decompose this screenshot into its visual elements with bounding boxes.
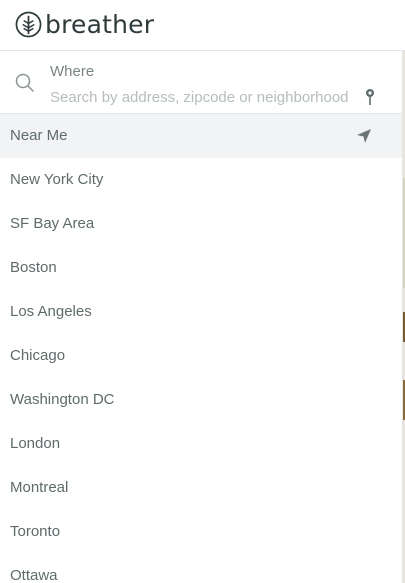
tree-logo-icon xyxy=(15,11,42,37)
city-item[interactable]: London xyxy=(0,422,402,466)
location-pin-icon[interactable] xyxy=(364,88,376,106)
city-list: Near Me New York City SF Bay Area Boston… xyxy=(0,114,402,583)
city-item[interactable]: Ottawa xyxy=(0,554,402,583)
city-label: Washington DC xyxy=(10,391,115,408)
page: breather Where Near Me New Yo xyxy=(0,0,405,583)
city-label: Ottawa xyxy=(10,567,58,583)
city-item[interactable]: SF Bay Area xyxy=(0,202,402,246)
city-label: SF Bay Area xyxy=(10,215,95,232)
city-item[interactable]: Toronto xyxy=(0,510,402,554)
city-label: Chicago xyxy=(10,347,66,364)
city-item[interactable]: New York City xyxy=(0,158,402,202)
search-bar[interactable]: Where xyxy=(0,51,402,114)
city-item[interactable]: Chicago xyxy=(0,334,402,378)
city-label: New York City xyxy=(10,171,104,188)
search-input[interactable] xyxy=(50,87,380,107)
city-label: Toronto xyxy=(10,523,61,540)
city-label: Los Angeles xyxy=(10,303,92,320)
brand-name: breather xyxy=(45,9,155,39)
city-label: London xyxy=(10,435,61,452)
near-me-label: Near Me xyxy=(10,127,68,144)
header: breather xyxy=(0,0,405,50)
where-label: Where xyxy=(50,63,95,80)
near-me-item[interactable]: Near Me xyxy=(0,114,402,158)
city-item[interactable]: Washington DC xyxy=(0,378,402,422)
city-item[interactable]: Montreal xyxy=(0,466,402,510)
navigation-arrow-icon xyxy=(357,129,371,143)
city-label: Montreal xyxy=(10,479,69,496)
city-label: Boston xyxy=(10,259,57,276)
city-item[interactable]: Boston xyxy=(0,246,402,290)
search-icon xyxy=(15,73,34,92)
city-item[interactable]: Los Angeles xyxy=(0,290,402,334)
brand-logo[interactable]: breather xyxy=(15,8,154,40)
location-search-panel: Where Near Me New York City SF Bay Area … xyxy=(0,50,403,583)
